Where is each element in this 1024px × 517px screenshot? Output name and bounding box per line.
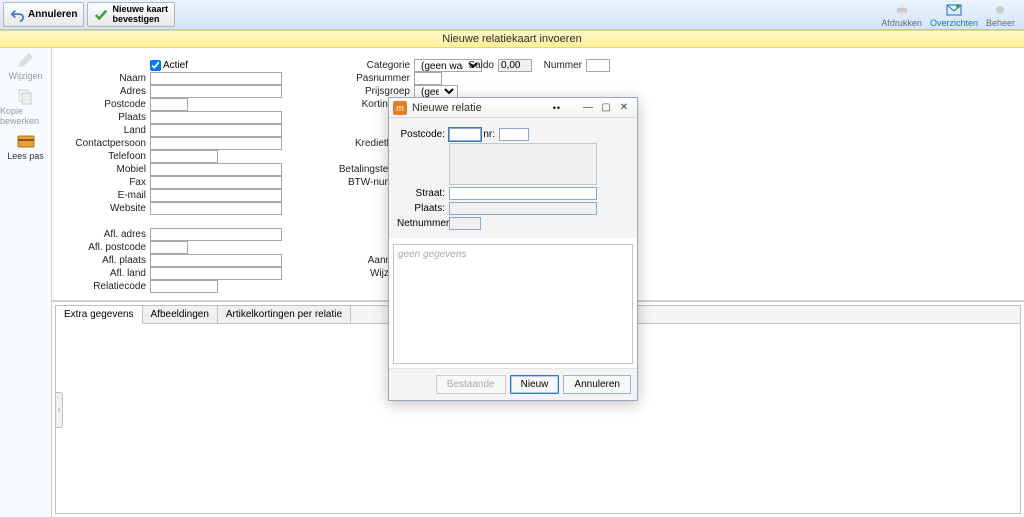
pasnummer-input[interactable]	[414, 72, 442, 85]
saldo-input	[498, 59, 532, 72]
tab-extra[interactable]: Extra gegevens	[56, 306, 143, 324]
afl-land-input[interactable]	[150, 267, 282, 280]
dialog-titlebar[interactable]: m Nieuwe relatie •• — ▢ ✕	[389, 98, 637, 118]
land-input[interactable]	[150, 124, 282, 137]
contact-input[interactable]	[150, 137, 282, 150]
dialog-title: Nieuwe relatie	[412, 102, 553, 114]
actief-label: Actief	[163, 60, 188, 71]
dlg-address-display	[449, 143, 597, 185]
page-banner: Nieuwe relatiekaart invoeren	[0, 30, 1024, 48]
nummer-input[interactable]	[586, 59, 610, 72]
copy-icon	[16, 87, 36, 105]
mail-icon	[946, 2, 962, 18]
plaats-input[interactable]	[150, 111, 282, 124]
print-button[interactable]: Afdrukken	[881, 2, 922, 28]
adres-input[interactable]	[150, 85, 282, 98]
dlg-plaats-input[interactable]	[449, 202, 597, 215]
sidebar: Wijzigen Kopie bewerken Lees pas	[0, 48, 52, 517]
afl-postcode-input[interactable]	[150, 241, 188, 254]
close-button[interactable]: ✕	[615, 100, 633, 116]
overviews-button[interactable]: Overzichten	[930, 2, 978, 28]
dlg-straat-input[interactable]	[449, 187, 597, 200]
tab-artikelkortingen[interactable]: Artikelkortingen per relatie	[218, 306, 351, 323]
dlg-postcode-input[interactable]	[449, 128, 481, 141]
confirm-label: Nieuwe kaartbevestigen	[112, 5, 168, 25]
email-input[interactable]	[150, 189, 282, 202]
dlg-bestaande-button: Bestaande	[436, 375, 506, 394]
relatiecode-input[interactable]	[150, 280, 218, 293]
naam-input[interactable]	[150, 72, 282, 85]
prijsgroep-select[interactable]: (geen wa	[414, 85, 458, 98]
website-input[interactable]	[150, 202, 282, 215]
expand-handle[interactable]: ‹	[55, 392, 63, 428]
printer-icon	[894, 2, 910, 18]
cancel-button[interactable]: Annuleren	[3, 2, 84, 27]
pencil-icon	[15, 52, 35, 70]
fax-input[interactable]	[150, 176, 282, 189]
sidebar-edit[interactable]: Wijzigen	[8, 52, 42, 81]
check-icon	[94, 8, 108, 22]
app-icon: m	[393, 101, 407, 115]
manage-button[interactable]: Beheer	[986, 2, 1015, 28]
afl-adres-input[interactable]	[150, 228, 282, 241]
dlg-nieuw-button[interactable]: Nieuw	[510, 375, 560, 394]
dlg-annuleren-button[interactable]: Annuleren	[563, 375, 631, 394]
gear-icon	[992, 2, 1008, 18]
cancel-label: Annuleren	[28, 9, 77, 20]
minimize-button[interactable]: —	[579, 100, 597, 116]
toolbar: Annuleren Nieuwe kaartbevestigen Afdrukk…	[0, 0, 1024, 30]
card-icon	[16, 132, 36, 150]
mobiel-input[interactable]	[150, 163, 282, 176]
dlg-netnummer-input[interactable]	[449, 217, 481, 230]
dlg-nr-input[interactable]	[499, 128, 529, 141]
telefoon-input[interactable]	[150, 150, 218, 163]
dialog-nieuwe-relatie: m Nieuwe relatie •• — ▢ ✕ Postcode: nr: …	[388, 97, 638, 401]
dlg-results-list: geen gegevens	[393, 244, 633, 364]
afl-plaats-input[interactable]	[150, 254, 282, 267]
undo-icon	[10, 8, 24, 22]
maximize-button[interactable]: ▢	[597, 100, 615, 116]
postcode-input[interactable]	[150, 98, 188, 111]
tab-afbeeldingen[interactable]: Afbeeldingen	[143, 306, 218, 323]
dots-icon: ••	[553, 103, 561, 113]
actief-checkbox[interactable]	[150, 60, 161, 71]
confirm-button[interactable]: Nieuwe kaartbevestigen	[87, 2, 175, 27]
sidebar-readpass[interactable]: Lees pas	[7, 132, 44, 161]
sidebar-copyedit[interactable]: Kopie bewerken	[0, 87, 51, 126]
